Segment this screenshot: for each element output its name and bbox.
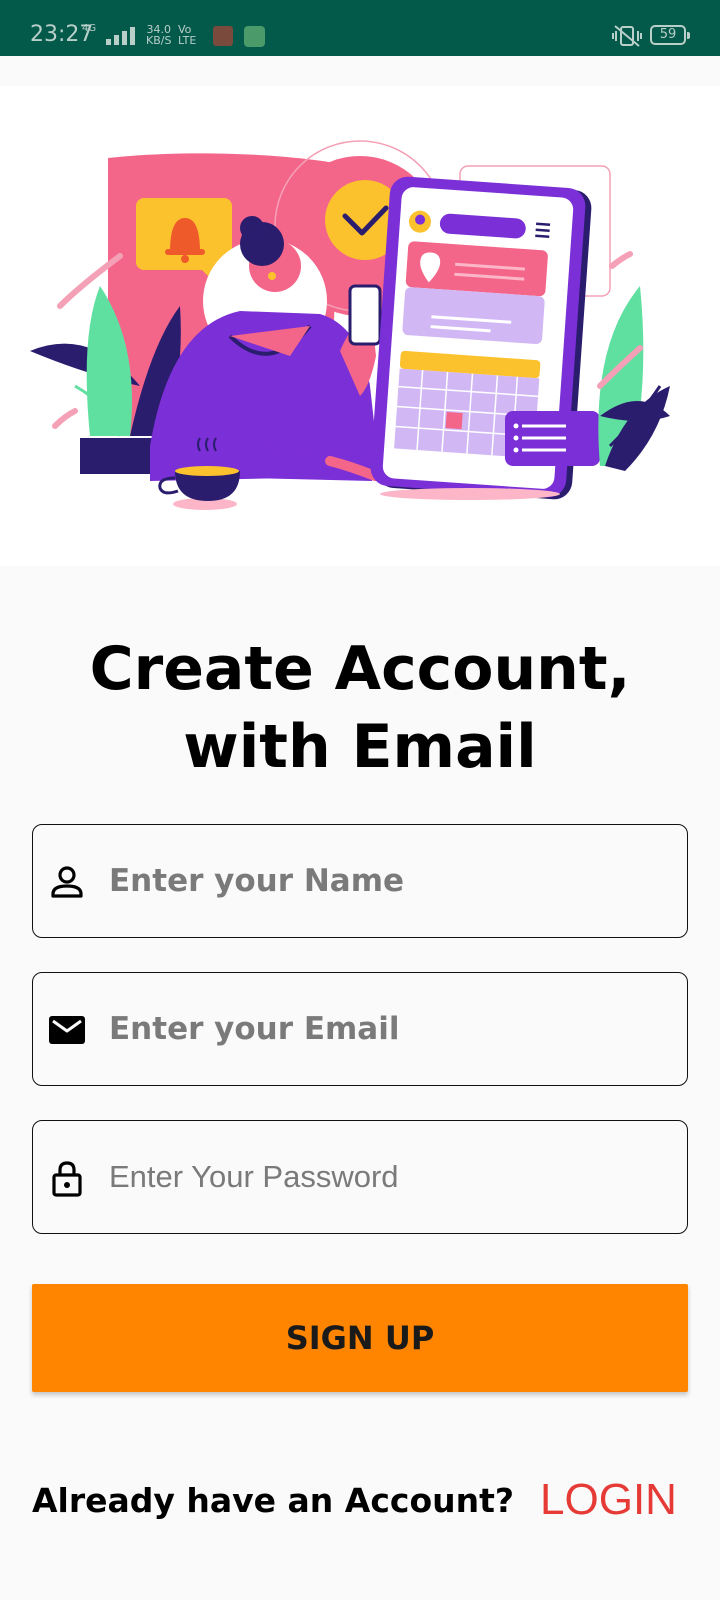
password-input[interactable]	[105, 1121, 673, 1232]
hero-illustration	[0, 86, 720, 566]
calendar-app-icon	[213, 26, 233, 46]
battery-indicator: 59	[650, 25, 690, 45]
name-field[interactable]	[32, 824, 688, 938]
person-icon	[51, 866, 83, 898]
already-have-account-text: Already have an Account?	[32, 1480, 515, 1520]
name-input[interactable]	[105, 825, 673, 936]
email-input[interactable]	[105, 973, 673, 1084]
network-speed: 34.0 KB/S	[146, 24, 171, 46]
signup-button[interactable]: SIGN UP	[32, 1284, 688, 1392]
signal-icon	[106, 27, 135, 45]
network-speed-unit: KB/S	[146, 34, 172, 47]
vibrate-icon	[612, 25, 642, 47]
title-line2: with Email	[183, 712, 537, 782]
email-field[interactable]	[32, 972, 688, 1086]
app-notification-icon	[244, 26, 265, 47]
illustration-image	[30, 140, 670, 510]
status-bar: 23:27 4G 34.0 KB/S Vo LTE 59	[0, 0, 720, 56]
page-title: Create Account, with Email	[0, 630, 720, 786]
volte-indicator: Vo LTE	[178, 24, 196, 46]
network-type: 4G	[82, 23, 97, 34]
login-link[interactable]: LOGIN	[540, 1475, 677, 1525]
lock-icon	[52, 1161, 82, 1197]
password-field[interactable]	[32, 1120, 688, 1234]
mail-icon	[49, 1016, 85, 1044]
title-line1: Create Account,	[89, 634, 631, 704]
volte-bottom: LTE	[178, 34, 197, 47]
login-prompt: Already have an Account? LOGIN	[32, 1472, 677, 1528]
